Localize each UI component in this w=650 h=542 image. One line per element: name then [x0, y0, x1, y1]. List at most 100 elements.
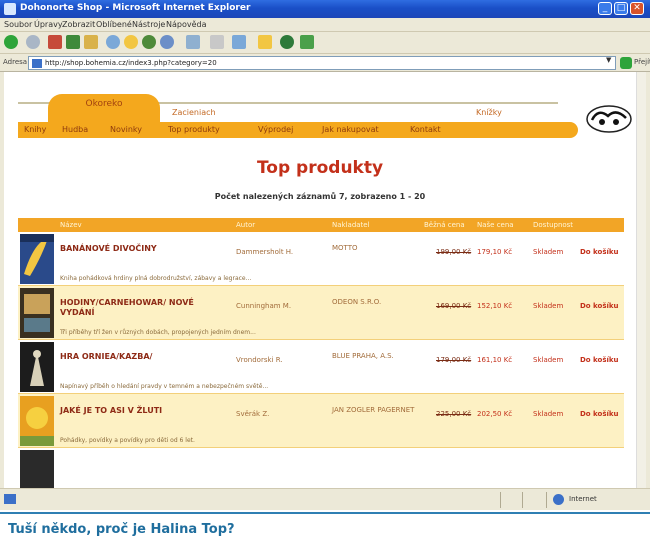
nav-item-top[interactable]: Top produkty — [168, 125, 220, 134]
product-name[interactable]: HRA ORNIEA/KAZBA/ — [60, 352, 220, 362]
add-to-cart-link[interactable]: Do košíku — [580, 356, 619, 364]
product-publisher[interactable]: JAN ZOGLER PAGERNET — [332, 406, 432, 415]
menu-bar: Soubor Úpravy Zobrazit Oblíbené Nástroje… — [0, 18, 650, 32]
book-cover-image[interactable] — [20, 288, 54, 338]
product-publisher[interactable]: MOTTO — [332, 244, 432, 253]
nav-item-sale[interactable]: Výprodej — [258, 125, 293, 134]
address-field[interactable]: http://shop.bohemia.cz/index3.php?catego… — [28, 56, 616, 70]
minimize-button[interactable]: _ — [598, 2, 612, 15]
old-price: 169,00 Kč — [436, 302, 472, 310]
window-title: Dohonorte Shop - Microsoft Internet Expl… — [20, 3, 251, 13]
menu-edit[interactable]: Úpravy — [34, 20, 63, 29]
ie-logo-icon — [4, 3, 16, 15]
product-name[interactable]: HODINY/CARNEHOWAR/ NOVÉ VYDÁNÍ — [60, 298, 220, 318]
media-icon[interactable] — [142, 35, 156, 49]
home-icon[interactable] — [84, 35, 98, 49]
product-description: Pohádky, povídky a povídky pro děti od 6… — [60, 437, 195, 444]
product-description: Tři příběhy tří žen v různých dobách, pr… — [60, 329, 256, 336]
close-button[interactable]: ✕ — [630, 2, 644, 15]
book-cover-image[interactable] — [20, 450, 54, 488]
site-logo[interactable] — [584, 102, 634, 136]
toolbar — [0, 32, 650, 54]
edit-icon[interactable] — [232, 35, 246, 49]
back-icon[interactable] — [4, 35, 18, 49]
product-author[interactable]: Dammersholt H. — [236, 248, 293, 256]
favorites-icon[interactable] — [124, 35, 138, 49]
address-bar: Adresa http://shop.bohemia.cz/index3.php… — [0, 54, 650, 72]
col-new-price[interactable]: Naše cena — [477, 221, 514, 229]
nav-item-music[interactable]: Hudba — [62, 125, 88, 134]
col-author[interactable]: Autor — [236, 221, 255, 229]
address-url: http://shop.bohemia.cz/index3.php?catego… — [45, 59, 217, 67]
product-publisher[interactable]: ODEON S.R.O. — [332, 298, 432, 307]
product-author[interactable]: Vrondorski R. — [236, 356, 283, 364]
go-button[interactable]: Přejít — [634, 58, 650, 66]
vertical-scrollbar[interactable] — [636, 72, 646, 488]
row-main — [18, 448, 624, 488]
stop-icon[interactable] — [48, 35, 62, 49]
product-author[interactable]: Cunningham M. — [236, 302, 291, 310]
folder-icon[interactable] — [258, 35, 272, 49]
address-label: Adresa — [3, 58, 28, 66]
product-publisher[interactable]: BLUE PRAHA, A.S. — [332, 352, 432, 361]
stock-status: Skladem — [533, 356, 564, 364]
col-stock[interactable]: Dostupnost — [533, 221, 573, 229]
add-to-cart-link[interactable]: Do košíku — [580, 248, 619, 256]
product-name[interactable]: JAKÉ JE TO ASI V ŽLUTI — [60, 406, 220, 416]
print-icon[interactable] — [210, 35, 224, 49]
page-content: Okoreko Zacieniach Knížky Knihy Hudba No… — [4, 72, 646, 488]
old-price: 179,00 Kč — [436, 356, 472, 364]
new-price: 179,10 Kč — [477, 248, 513, 256]
refresh-icon[interactable] — [66, 35, 80, 49]
zone-label: Internet — [569, 495, 597, 503]
new-price: 202,50 Kč — [477, 410, 513, 418]
product-author[interactable]: Svěrák Z. — [236, 410, 269, 418]
product-name[interactable]: BANÁNOVÉ DIVOČINY — [60, 244, 220, 254]
site-nav: Knihy Hudba Novinky Top produkty Výprode… — [18, 122, 578, 138]
globe-icon — [553, 494, 564, 505]
nav-item-new[interactable]: Novinky — [110, 125, 142, 134]
col-publisher[interactable]: Nakladatel — [332, 221, 370, 229]
menu-help[interactable]: Nápověda — [166, 20, 207, 29]
title-bar: Dohonorte Shop - Microsoft Internet Expl… — [0, 0, 650, 18]
tab-active[interactable]: Okoreko — [48, 94, 160, 122]
menu-view[interactable]: Zobrazit — [62, 20, 95, 29]
nav-item-books[interactable]: Knihy — [24, 125, 46, 134]
menu-tools[interactable]: Nástroje — [132, 20, 165, 29]
add-to-cart-link[interactable]: Do košíku — [580, 410, 619, 418]
result-count: Počet nalezených záznamů 7, zobrazeno 1 … — [214, 192, 426, 201]
menu-file[interactable]: Soubor — [4, 20, 32, 29]
menu-favorites[interactable]: Oblíbené — [96, 20, 132, 29]
page-icon — [32, 59, 42, 68]
old-price: 225,00 Kč — [436, 410, 472, 418]
go-icon[interactable] — [620, 57, 632, 69]
tab-second[interactable]: Zacieniach — [172, 108, 216, 117]
new-price: 161,10 Kč — [477, 356, 513, 364]
book-cover-image[interactable] — [20, 234, 54, 284]
col-name[interactable]: Název — [60, 221, 82, 229]
product-description: Napínavý příběh o hledání pravdy v temné… — [60, 383, 269, 390]
status-divider — [522, 492, 523, 508]
address-dropdown-icon[interactable]: ▼ — [606, 56, 616, 66]
maximize-button[interactable]: □ — [614, 2, 628, 15]
forward-icon[interactable] — [26, 35, 40, 49]
status-bar: Internet — [0, 488, 650, 510]
page-done-icon — [4, 494, 16, 504]
addon-icon[interactable] — [300, 35, 314, 49]
col-old-price[interactable]: Běžná cena — [424, 221, 465, 229]
book-cover-image[interactable] — [20, 396, 54, 446]
book-cover-image[interactable] — [20, 342, 54, 392]
search-icon[interactable] — [106, 35, 120, 49]
tab-third[interactable]: Knížky — [476, 108, 502, 117]
messenger-icon[interactable] — [280, 35, 294, 49]
caption-text: Tuší někdo, proč je Halina Top? — [8, 522, 235, 537]
nav-item-howto[interactable]: Jak nakupovat — [322, 125, 379, 134]
browser-window: Dohonorte Shop - Microsoft Internet Expl… — [0, 0, 650, 510]
product-description: Kniha pohádková hrdiny plná dobrodružstv… — [60, 275, 252, 282]
site-header: Okoreko Zacieniach Knížky Knihy Hudba No… — [4, 72, 636, 144]
nav-item-contact[interactable]: Kontakt — [410, 125, 441, 134]
stock-status: Skladem — [533, 248, 564, 256]
history-icon[interactable] — [160, 35, 174, 49]
mail-icon[interactable] — [186, 35, 200, 49]
add-to-cart-link[interactable]: Do košíku — [580, 302, 619, 310]
